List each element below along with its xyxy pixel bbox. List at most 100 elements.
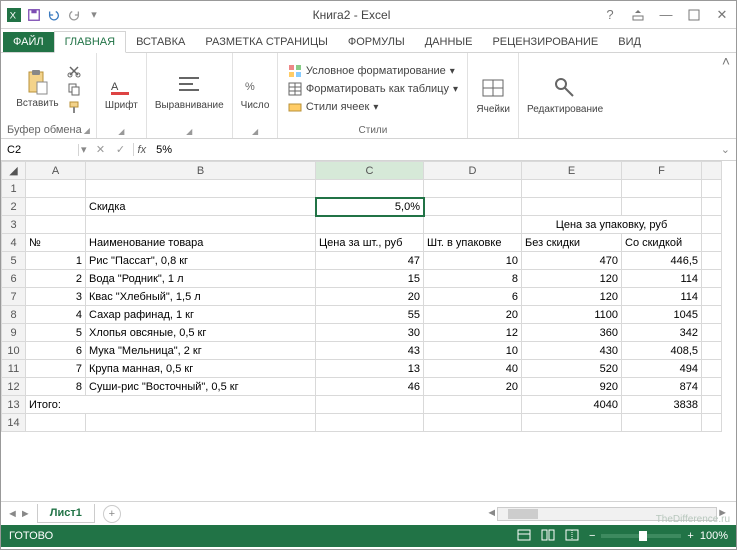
cell-A6[interactable]: 2 bbox=[26, 270, 86, 288]
redo-icon[interactable] bbox=[65, 6, 83, 24]
cell-A4[interactable]: № bbox=[26, 234, 86, 252]
cell-D8[interactable]: 20 bbox=[424, 306, 522, 324]
zoom-slider[interactable] bbox=[601, 534, 681, 538]
zoom-out-icon[interactable]: − bbox=[589, 530, 595, 542]
cell-C9[interactable]: 30 bbox=[316, 324, 424, 342]
cell-C7[interactable]: 20 bbox=[316, 288, 424, 306]
add-sheet-icon[interactable]: + bbox=[103, 505, 121, 523]
cell-A13[interactable]: Итого: bbox=[26, 396, 316, 414]
cell-F5[interactable]: 446,5 bbox=[622, 252, 702, 270]
tab-home[interactable]: ГЛАВНАЯ bbox=[54, 31, 126, 53]
cell-C6[interactable]: 15 bbox=[316, 270, 424, 288]
col-E[interactable]: E bbox=[522, 162, 622, 180]
cell-E3[interactable]: Цена за упаковку, руб bbox=[522, 216, 702, 234]
sheet-tab-1[interactable]: Лист1 bbox=[37, 504, 95, 523]
row-12[interactable]: 12 bbox=[2, 378, 26, 396]
cell-A7[interactable]: 3 bbox=[26, 288, 86, 306]
help-icon[interactable]: ? bbox=[600, 5, 620, 25]
cell-B7[interactable]: Квас "Хлебный", 1,5 л bbox=[86, 288, 316, 306]
cell-F13[interactable]: 3838 bbox=[622, 396, 702, 414]
cell-E5[interactable]: 470 bbox=[522, 252, 622, 270]
cell-C2-selected[interactable]: 5,0% bbox=[316, 198, 424, 216]
conditional-formatting-button[interactable]: Условное форматирование ▾ bbox=[286, 63, 457, 79]
ribbon-options-icon[interactable] bbox=[628, 5, 648, 25]
row-10[interactable]: 10 bbox=[2, 342, 26, 360]
clipboard-launcher-icon[interactable]: ◢ bbox=[84, 126, 90, 135]
row-14[interactable]: 14 bbox=[2, 414, 26, 432]
close-icon[interactable]: ✕ bbox=[712, 5, 732, 25]
undo-icon[interactable] bbox=[45, 6, 63, 24]
cell-C11[interactable]: 13 bbox=[316, 360, 424, 378]
cells-button[interactable]: Ячейки bbox=[474, 72, 512, 117]
row-7[interactable]: 7 bbox=[2, 288, 26, 306]
format-as-table-button[interactable]: Форматировать как таблицу ▾ bbox=[286, 81, 460, 97]
alignment-button[interactable]: Выравнивание bbox=[153, 68, 226, 113]
cell-B11[interactable]: Крупа манная, 0,5 кг bbox=[86, 360, 316, 378]
row-2[interactable]: 2 bbox=[2, 198, 26, 216]
cell-F9[interactable]: 342 bbox=[622, 324, 702, 342]
spreadsheet-grid[interactable]: ◢ A B C D E F 1 2Скидка5,0% 3Цена за упа… bbox=[1, 161, 736, 501]
cell-D11[interactable]: 40 bbox=[424, 360, 522, 378]
cell-E8[interactable]: 1100 bbox=[522, 306, 622, 324]
zoom-in-icon[interactable]: + bbox=[687, 530, 693, 542]
zoom-control[interactable]: − + 100% bbox=[589, 530, 728, 542]
zoom-level[interactable]: 100% bbox=[700, 530, 728, 542]
namebox-dropdown-icon[interactable]: ▾ bbox=[79, 143, 89, 156]
select-all[interactable]: ◢ bbox=[2, 162, 26, 180]
col-B[interactable]: B bbox=[86, 162, 316, 180]
tab-insert[interactable]: ВСТАВКА bbox=[126, 32, 195, 52]
editing-button[interactable]: Редактирование bbox=[525, 72, 605, 117]
tab-data[interactable]: ДАННЫЕ bbox=[415, 32, 483, 52]
cell-B10[interactable]: Мука "Мельница", 2 кг bbox=[86, 342, 316, 360]
cell-B4[interactable]: Наименование товара bbox=[86, 234, 316, 252]
collapse-ribbon-icon[interactable]: ˄ bbox=[722, 53, 730, 69]
cell-C4[interactable]: Цена за шт., руб bbox=[316, 234, 424, 252]
cell-D5[interactable]: 10 bbox=[424, 252, 522, 270]
cell-F7[interactable]: 114 bbox=[622, 288, 702, 306]
cell-B9[interactable]: Хлопья овсяные, 0,5 кг bbox=[86, 324, 316, 342]
save-icon[interactable] bbox=[25, 6, 43, 24]
row-4[interactable]: 4 bbox=[2, 234, 26, 252]
cell-A12[interactable]: 8 bbox=[26, 378, 86, 396]
col-A[interactable]: A bbox=[26, 162, 86, 180]
cell-B8[interactable]: Сахар рафинад, 1 кг bbox=[86, 306, 316, 324]
cell-A8[interactable]: 4 bbox=[26, 306, 86, 324]
tab-file[interactable]: ФАЙЛ bbox=[3, 32, 54, 52]
expand-formula-icon[interactable]: ⌄ bbox=[715, 143, 736, 156]
cut-icon[interactable] bbox=[65, 63, 83, 79]
font-button[interactable]: AШрифт bbox=[103, 68, 140, 113]
cell-F12[interactable]: 874 bbox=[622, 378, 702, 396]
cell-D9[interactable]: 12 bbox=[424, 324, 522, 342]
number-launcher-icon[interactable]: ◢ bbox=[252, 127, 258, 136]
row-6[interactable]: 6 bbox=[2, 270, 26, 288]
number-button[interactable]: %Число bbox=[239, 68, 272, 113]
paste-button[interactable]: Вставить bbox=[14, 66, 60, 111]
cell-A9[interactable]: 5 bbox=[26, 324, 86, 342]
sheet-nav-prev-icon[interactable]: ◄ bbox=[7, 508, 18, 520]
cell-E6[interactable]: 120 bbox=[522, 270, 622, 288]
cell-E11[interactable]: 520 bbox=[522, 360, 622, 378]
cell-F11[interactable]: 494 bbox=[622, 360, 702, 378]
cell-F6[interactable]: 114 bbox=[622, 270, 702, 288]
name-box[interactable]: C2 bbox=[1, 144, 79, 156]
copy-icon[interactable] bbox=[65, 81, 83, 97]
cell-A11[interactable]: 7 bbox=[26, 360, 86, 378]
row-9[interactable]: 9 bbox=[2, 324, 26, 342]
row-11[interactable]: 11 bbox=[2, 360, 26, 378]
align-launcher-icon[interactable]: ◢ bbox=[186, 127, 192, 136]
cell-F4[interactable]: Со скидкой bbox=[622, 234, 702, 252]
cell-C8[interactable]: 55 bbox=[316, 306, 424, 324]
col-F[interactable]: F bbox=[622, 162, 702, 180]
row-8[interactable]: 8 bbox=[2, 306, 26, 324]
cell-D6[interactable]: 8 bbox=[424, 270, 522, 288]
cell-A5[interactable]: 1 bbox=[26, 252, 86, 270]
cell-E10[interactable]: 430 bbox=[522, 342, 622, 360]
row-5[interactable]: 5 bbox=[2, 252, 26, 270]
cell-F10[interactable]: 408,5 bbox=[622, 342, 702, 360]
tab-page-layout[interactable]: РАЗМЕТКА СТРАНИЦЫ bbox=[195, 32, 337, 52]
font-launcher-icon[interactable]: ◢ bbox=[118, 127, 124, 136]
cell-E4[interactable]: Без скидки bbox=[522, 234, 622, 252]
cell-D7[interactable]: 6 bbox=[424, 288, 522, 306]
cell-C10[interactable]: 43 bbox=[316, 342, 424, 360]
cell-B5[interactable]: Рис "Пассат", 0,8 кг bbox=[86, 252, 316, 270]
